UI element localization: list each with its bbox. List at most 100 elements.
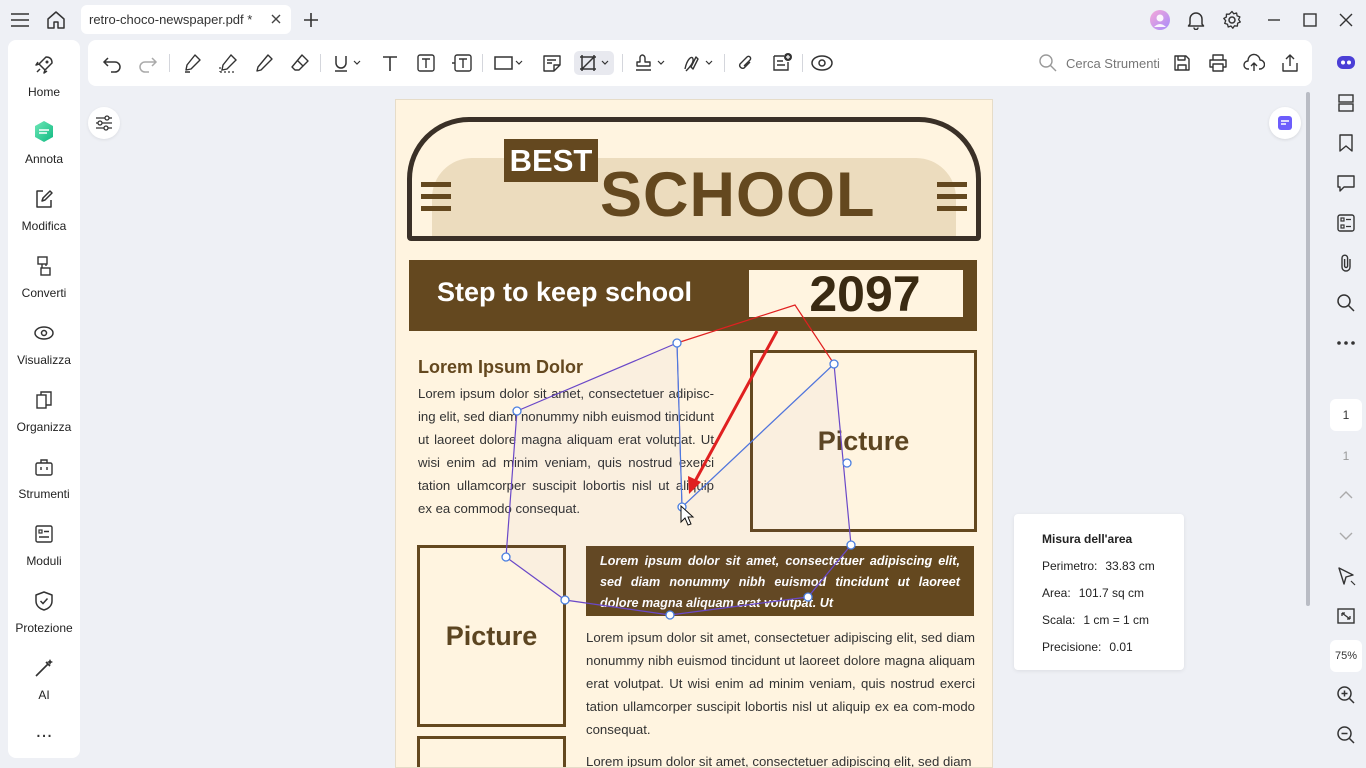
assistant-bot-icon[interactable]	[1334, 50, 1358, 74]
minimize-icon[interactable]	[1261, 7, 1287, 33]
masthead-lines-right	[937, 182, 967, 216]
search-input[interactable]: Cerca Strumenti	[1038, 51, 1170, 75]
vertical-scrollbar[interactable]	[1306, 92, 1310, 606]
sidebar-item-moduli[interactable]: Moduli	[8, 511, 80, 575]
highlighter-icon[interactable]	[180, 51, 204, 75]
form-fields-icon[interactable]	[1334, 211, 1358, 235]
sidebar-item-label: Visualizza	[17, 353, 71, 367]
share-icon[interactable]	[1278, 51, 1302, 75]
avatar[interactable]	[1147, 7, 1173, 33]
shield-icon	[31, 588, 57, 614]
banner-text: Step to keep school	[437, 277, 693, 307]
search-icon[interactable]	[1334, 291, 1358, 315]
sidebar-item-protezione[interactable]: Protezione	[8, 578, 80, 642]
sidebar-item-visualizza[interactable]: Visualizza	[8, 310, 80, 374]
save-icon[interactable]	[1170, 51, 1194, 75]
text-icon[interactable]	[378, 51, 402, 75]
fit-page-icon[interactable]	[1334, 604, 1358, 628]
page-up-icon[interactable]	[1334, 483, 1358, 507]
close-icon[interactable]	[269, 12, 283, 26]
measure-tool-icon[interactable]	[574, 51, 614, 75]
attachment-icon[interactable]	[734, 51, 758, 75]
bell-icon[interactable]	[1183, 7, 1209, 33]
sidebar-item-label: Converti	[21, 286, 67, 300]
sidebar-item-organizza[interactable]: Organizza	[8, 377, 80, 441]
more-options-icon[interactable]	[1334, 331, 1358, 355]
sidebar-item-converti[interactable]: Converti	[8, 243, 80, 307]
more-icon[interactable]: ...	[8, 721, 80, 741]
sidebar-item-annota[interactable]: Annota	[8, 109, 80, 173]
signature-icon[interactable]	[680, 51, 716, 75]
picture-placeholder: Picture	[417, 545, 566, 727]
bookmark-icon[interactable]	[1334, 131, 1358, 155]
pencil-icon[interactable]	[252, 51, 276, 75]
perimeter-label: Perimetro:	[1042, 559, 1098, 573]
sticky-note-icon[interactable]	[540, 51, 564, 75]
article-body: Lorem ipsum dolor sit amet, consectetuer…	[418, 386, 714, 516]
scale-row: Scala: 1 cm = 1 cm	[1042, 613, 1149, 627]
organize-icon	[31, 387, 57, 413]
menu-icon[interactable]	[7, 7, 33, 33]
body-text: Lorem ipsum dolor sit amet, consectetuer…	[586, 754, 972, 768]
sidebar-item-label: Organizza	[16, 420, 72, 434]
add-attachment-icon[interactable]	[770, 51, 794, 75]
sidebar-item-label: Protezione	[15, 621, 73, 635]
picture-placeholder: Picture	[750, 350, 977, 532]
eraser-icon[interactable]	[288, 51, 312, 75]
sidebar-item-ai[interactable]: AI	[8, 645, 80, 709]
scale-label: Scala:	[1042, 613, 1076, 627]
year-box: 2097	[749, 269, 963, 319]
masthead-lines-left	[421, 182, 451, 216]
underline-icon[interactable]	[330, 51, 364, 75]
thumbnails-icon[interactable]	[1334, 91, 1358, 115]
document-tab[interactable]: retro-choco-newspaper.pdf *	[81, 5, 291, 34]
sidebar-item-home[interactable]: Home	[8, 42, 80, 106]
cloud-upload-icon[interactable]	[1242, 51, 1266, 75]
print-icon[interactable]	[1206, 51, 1230, 75]
best-label: BEST	[504, 139, 598, 182]
quote-box: Lorem ipsum dolor sit amet, consectetuer…	[586, 546, 974, 616]
undo-icon[interactable]	[100, 51, 124, 75]
filter-settings-button[interactable]	[88, 107, 120, 139]
rectangle-icon[interactable]	[492, 51, 526, 75]
precision-row: Precisione: 0.01	[1042, 640, 1133, 654]
area-row: Area: 101.7 sq cm	[1042, 586, 1144, 600]
ai-assistant-button[interactable]	[1269, 107, 1301, 139]
attachment-panel-icon[interactable]	[1334, 251, 1358, 275]
gear-icon[interactable]	[1219, 7, 1245, 33]
picture-placeholder	[417, 736, 566, 767]
comment-icon[interactable]	[1334, 171, 1358, 195]
search-icon	[1039, 54, 1057, 72]
total-pages: 1	[1342, 449, 1350, 463]
zoom-in-icon[interactable]	[1334, 683, 1358, 707]
sidebar-item-strumenti[interactable]: Strumenti	[8, 444, 80, 508]
precision-label: Precisione:	[1042, 640, 1102, 654]
ai-assistant-icon	[1278, 116, 1292, 130]
school-title: SCHOOL	[600, 160, 876, 230]
select-cursor-icon[interactable]	[1334, 564, 1358, 588]
zoom-out-icon[interactable]	[1334, 723, 1358, 747]
convert-icon	[31, 253, 57, 279]
sidebar-item-label: Strumenti	[18, 487, 70, 501]
close-window-icon[interactable]	[1333, 7, 1359, 33]
zoom-level[interactable]: 75%	[1330, 640, 1362, 672]
toolbar: Cerca Strumenti	[88, 40, 1312, 86]
plus-icon[interactable]	[298, 7, 324, 33]
sidebar-item-label: AI	[38, 688, 50, 702]
maximize-icon[interactable]	[1297, 7, 1323, 33]
redo-icon[interactable]	[136, 51, 160, 75]
picture-label: Picture	[445, 620, 538, 651]
area-highlight-icon[interactable]	[216, 51, 240, 75]
textbox-icon[interactable]	[414, 51, 438, 75]
home-icon[interactable]	[43, 7, 69, 33]
view-icon[interactable]	[810, 51, 834, 75]
current-page-input[interactable]: 1	[1330, 399, 1362, 431]
tab-title: retro-choco-newspaper.pdf *	[89, 12, 253, 27]
stamp-icon[interactable]	[632, 51, 668, 75]
area-label: Area:	[1042, 586, 1071, 600]
rocket-icon	[31, 52, 57, 78]
callout-icon[interactable]	[450, 51, 474, 75]
page-down-icon[interactable]	[1334, 524, 1358, 548]
sidebar-item-modifica[interactable]: Modifica	[8, 176, 80, 240]
right-panel: 1 1 75%	[1324, 40, 1366, 768]
